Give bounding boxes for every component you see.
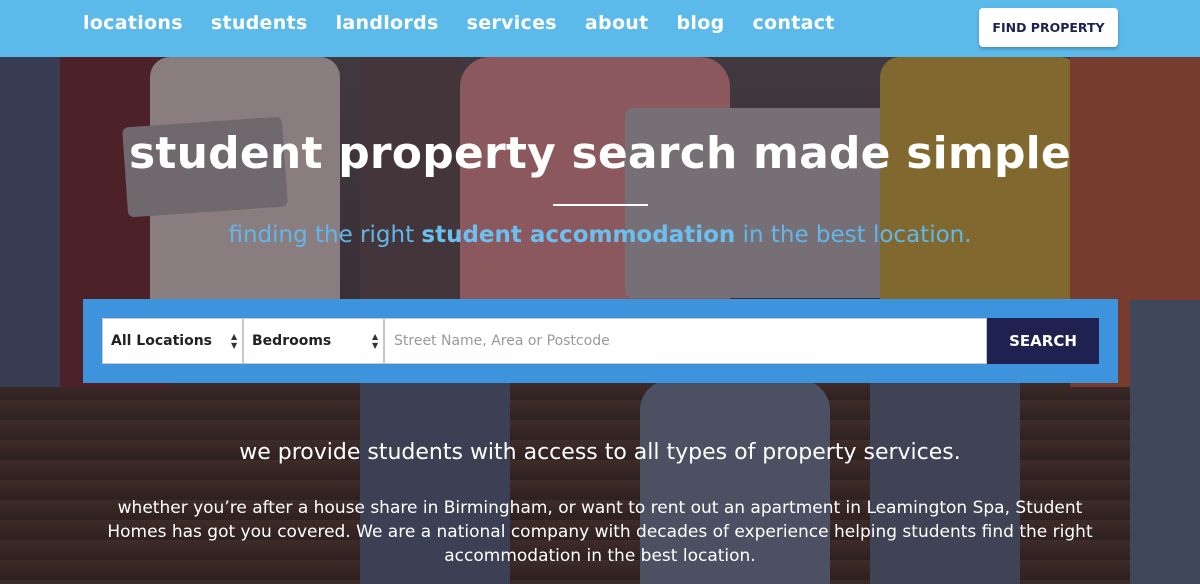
search-button[interactable]: SEARCH [987, 318, 1099, 364]
nav-links: locations students landlords services ab… [83, 10, 863, 36]
bedrooms-select[interactable]: Bedrooms ▲ ▼ [243, 318, 384, 364]
hero-subtitle-pre: finding the right [228, 222, 422, 248]
location-select-value: All Locations [111, 333, 213, 349]
intro-heading: we provide students with access to all t… [239, 440, 961, 465]
nav-link-students[interactable]: students [211, 10, 308, 36]
select-arrows-icon: ▲ ▼ [231, 332, 238, 350]
nav-link-landlords[interactable]: landlords [336, 10, 439, 36]
find-property-button[interactable]: FIND PROPERTY [979, 8, 1118, 47]
nav-link-about[interactable]: about [585, 10, 649, 36]
top-navbar: locations students landlords services ab… [0, 0, 1200, 57]
nav-link-services[interactable]: services [467, 10, 557, 36]
property-search-panel: All Locations ▲▼ Bedrooms ▲▼ SEARCH [83, 299, 1118, 383]
search-query-input[interactable] [384, 318, 987, 364]
nav-link-blog[interactable]: blog [677, 10, 725, 36]
hero-subtitle: finding the right student accommodation … [0, 220, 1200, 250]
bedrooms-select-value: Bedrooms [252, 333, 332, 349]
hero-title: student property search made simple [129, 128, 1071, 179]
hero-subtitle-post: in the best location. [735, 222, 972, 248]
hero-subtitle-emphasis: student accommodation [421, 222, 736, 248]
nav-link-locations[interactable]: locations [83, 10, 183, 36]
intro-body: whether you’re after a house share in Bi… [107, 498, 1093, 566]
select-arrows-icon: ▲ ▼ [372, 332, 379, 350]
nav-link-contact[interactable]: contact [752, 10, 834, 36]
location-select[interactable]: All Locations ▲ ▼ [102, 318, 243, 364]
hero-divider [553, 204, 648, 206]
